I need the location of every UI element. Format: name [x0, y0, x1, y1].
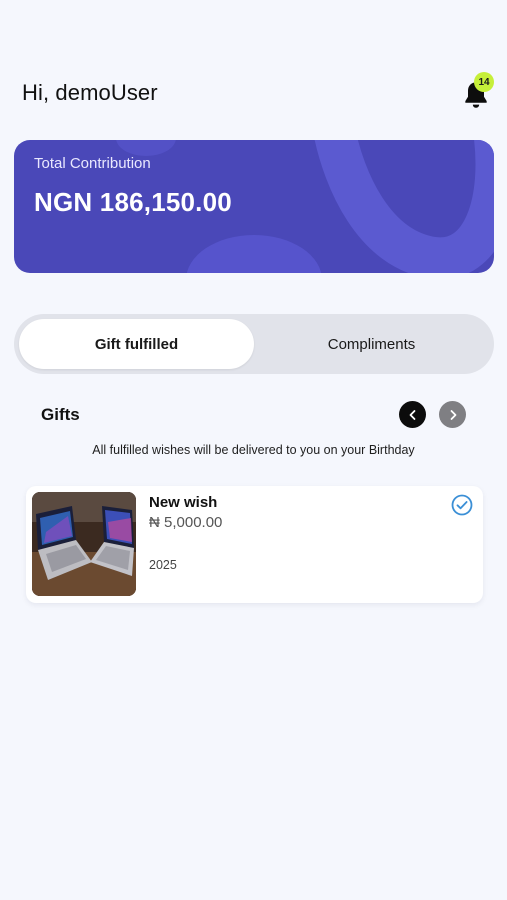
- check-circle-icon: [451, 494, 473, 516]
- chevron-right-icon: [450, 409, 456, 420]
- chevron-left-icon: [409, 409, 415, 420]
- greeting-title: Hi, demoUser: [22, 80, 158, 105]
- notifications-button[interactable]: 14: [458, 72, 498, 114]
- gifts-screen: Hi, demoUser 14 Total Contribution NGN 1…: [0, 0, 507, 900]
- previous-button[interactable]: [399, 401, 426, 428]
- total-contribution-card: Total Contribution NGN 186,150.00: [14, 140, 494, 273]
- gift-tabs: Gift fulfilled Compliments: [14, 314, 494, 374]
- wish-name: New wish: [149, 494, 218, 511]
- wish-year: 2025: [149, 558, 177, 572]
- contribution-amount: NGN 186,150.00: [34, 187, 232, 217]
- laptops-photo: [32, 492, 136, 596]
- tab-gift-fulfilled[interactable]: Gift fulfilled: [19, 319, 254, 369]
- next-button[interactable]: [439, 401, 466, 428]
- contribution-label: Total Contribution: [34, 155, 151, 172]
- notification-count-badge: 14: [474, 72, 494, 92]
- delivery-info-text: All fulfilled wishes will be delivered t…: [92, 443, 415, 457]
- gifts-heading: Gifts: [41, 405, 80, 424]
- wish-price: ₦ 5,000.00: [149, 514, 223, 531]
- wish-card[interactable]: New wish ₦ 5,000.00 2025: [26, 486, 483, 603]
- tab-compliments[interactable]: Compliments: [254, 319, 489, 369]
